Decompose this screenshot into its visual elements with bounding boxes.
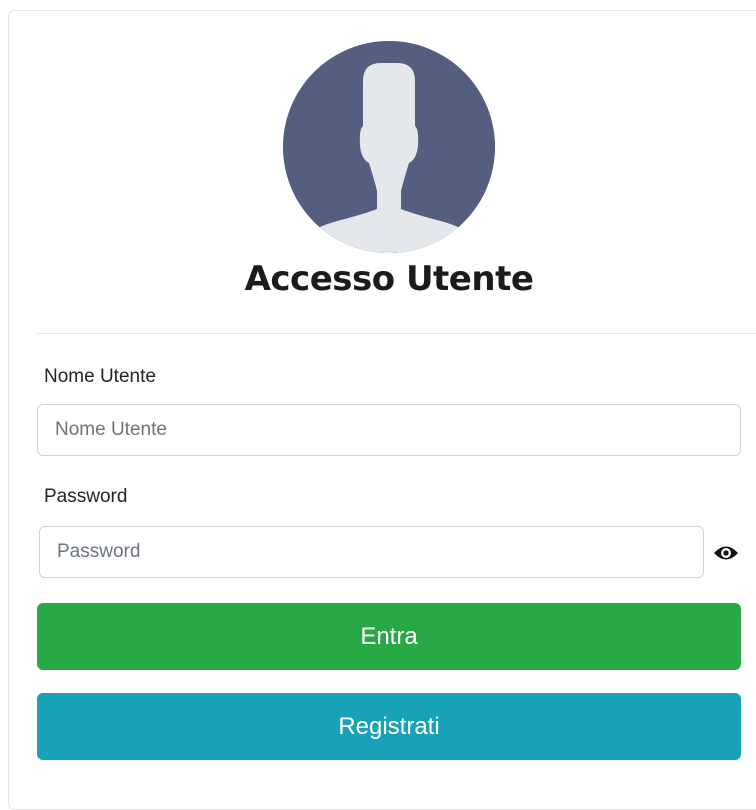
password-label: Password <box>44 486 128 507</box>
username-input[interactable] <box>37 404 741 456</box>
username-label: Nome Utente <box>44 366 156 387</box>
register-button[interactable]: Registrati <box>37 693 741 760</box>
password-input[interactable] <box>39 526 704 578</box>
login-button[interactable]: Entra <box>37 603 741 670</box>
divider <box>37 333 756 334</box>
user-avatar-icon <box>283 41 495 253</box>
eye-icon[interactable] <box>712 540 740 566</box>
page-title: Accesso Utente <box>244 259 534 299</box>
